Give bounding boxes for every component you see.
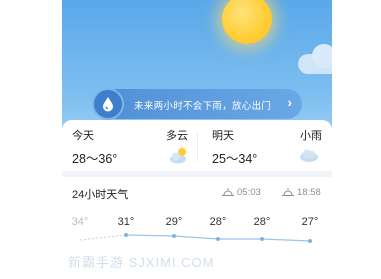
temperature-curve <box>79 233 312 243</box>
today-label: 今天 <box>72 130 94 142</box>
hour-temp: 28° <box>209 216 227 228</box>
sunset-info: 18:58 <box>282 187 321 198</box>
hour-temp: 31° <box>117 216 135 228</box>
cloud-icon <box>298 44 332 74</box>
hour-temp: 27° <box>301 216 319 228</box>
partly-cloudy-icon <box>170 146 188 164</box>
watermark: 新霸手游 SJXIMI.COM <box>68 255 215 270</box>
sunrise-info: 05:03 <box>222 187 261 198</box>
sunrise-icon <box>222 188 234 196</box>
tomorrow-condition: 小雨 <box>300 130 322 142</box>
forecast-card: 今天 多云 28～36° 明天 小雨 25～34° 24小时天气 05:03 1… <box>62 120 332 279</box>
chevron-right-icon: › <box>287 95 292 110</box>
tomorrow-label: 明天 <box>212 130 234 142</box>
hour-temp: 29° <box>165 216 183 228</box>
rain-forecast-banner[interactable]: 未来两小时不会下雨，放心出门 › <box>92 88 302 120</box>
rain-banner-text: 未来两小时不会下雨，放心出门 <box>134 101 272 112</box>
section-divider <box>62 171 332 177</box>
hour-temp: 34° <box>71 216 89 228</box>
tomorrow-temp-range: 25～34° <box>212 152 258 166</box>
today-condition: 多云 <box>166 130 188 142</box>
water-drop-icon <box>92 88 124 120</box>
sunset-time: 18:58 <box>297 187 321 198</box>
today-temp-range: 28～36° <box>72 152 118 166</box>
hour-temp: 28° <box>253 216 271 228</box>
weather-screen: 未来两小时不会下雨，放心出门 › 今天 多云 28～36° 明天 小雨 25～3… <box>62 0 332 279</box>
sunrise-time: 05:03 <box>237 187 261 198</box>
sunset-icon <box>282 188 294 196</box>
sun-icon <box>222 0 272 44</box>
rain-cloud-icon <box>300 149 318 162</box>
forecast-divider <box>197 132 198 162</box>
hourly-title: 24小时天气 <box>72 189 129 201</box>
